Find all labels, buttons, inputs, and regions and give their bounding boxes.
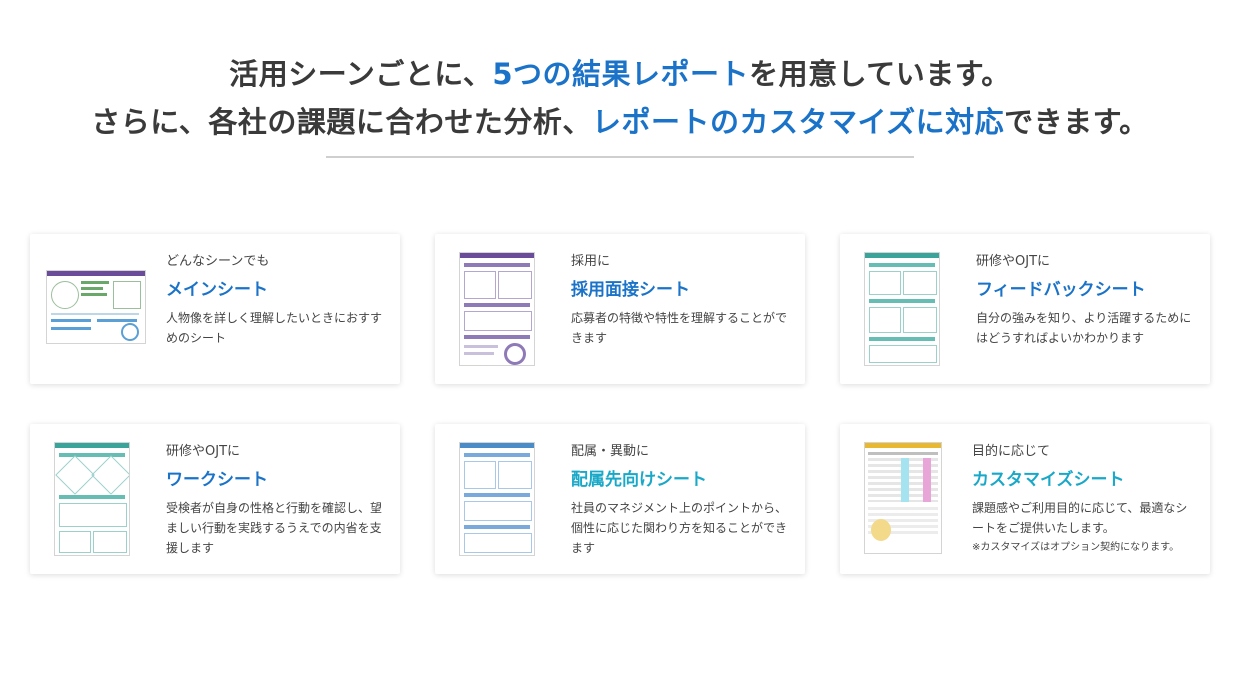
- work-sheet-thumbnail-icon: [54, 442, 130, 556]
- card-description: 自分の強みを知り、より活躍するためにはどうすればよいかわかります: [976, 311, 1192, 345]
- card-lead: 採用に: [571, 254, 611, 269]
- report-card-main[interactable]: どんなシーンでも メインシート 人物像を詳しく理解したいときにおすすめのシート: [30, 234, 400, 384]
- card-lead: どんなシーンでも: [166, 254, 270, 269]
- headline-text: できます。: [1004, 105, 1149, 139]
- card-lead: 配属・異動に: [571, 444, 650, 459]
- card-lead: 目的に応じて: [972, 444, 1051, 459]
- feedback-sheet-thumbnail-icon: [864, 252, 940, 366]
- headline-text: 活用シーンごとに、: [229, 57, 493, 91]
- card-title[interactable]: 配属先向けシート: [571, 468, 791, 492]
- page-headline: 活用シーンごとに、5つの結果レポートを用意しています。 さらに、各社の課題に合わ…: [0, 50, 1240, 146]
- card-title[interactable]: 採用面接シート: [571, 278, 791, 302]
- interview-sheet-thumbnail-icon: [459, 252, 535, 366]
- card-note: ※カスタマイズはオプション契約になります。: [972, 542, 1180, 553]
- headline-highlight: 5つの結果レポート: [492, 57, 750, 91]
- card-description: 受検者が自身の性格と行動を確認し、望ましい行動を実践するうえでの内省を支援します: [166, 501, 383, 555]
- headline-text: を用意しています。: [749, 57, 1011, 91]
- headline-line-2: さらに、各社の課題に合わせた分析、レポートのカスタマイズに対応できます。: [0, 98, 1240, 146]
- card-title[interactable]: カスタマイズシート: [972, 468, 1196, 492]
- headline-line-1: 活用シーンごとに、5つの結果レポートを用意しています。: [0, 50, 1240, 98]
- report-card-custom[interactable]: 目的に応じて カスタマイズシート 課題感やご利用目的に応じて、最適なシートをご提…: [840, 424, 1210, 574]
- custom-sheet-thumbnail-icon: [864, 442, 942, 554]
- report-card-work[interactable]: 研修やOJTに ワークシート 受検者が自身の性格と行動を確認し、望ましい行動を実…: [30, 424, 400, 574]
- card-title[interactable]: フィードバックシート: [976, 278, 1196, 302]
- placement-sheet-thumbnail-icon: [459, 442, 535, 556]
- card-description: 人物像を詳しく理解したいときにおすすめのシート: [166, 311, 383, 345]
- report-card-placement[interactable]: 配属・異動に 配属先向けシート 社員のマネジメント上のポイントから、個性に応じた…: [435, 424, 805, 574]
- card-lead: 研修やOJTに: [976, 254, 1051, 269]
- report-card-interview[interactable]: 採用に 採用面接シート 応募者の特徴や特性を理解することができます: [435, 234, 805, 384]
- card-description: 応募者の特徴や特性を理解することができます: [571, 311, 788, 345]
- headline-highlight: レポートのカスタマイズに対応: [591, 105, 1005, 139]
- main-sheet-thumbnail-icon: [46, 270, 146, 344]
- card-title[interactable]: ワークシート: [166, 468, 386, 492]
- headline-text: さらに、各社の課題に合わせた分析、: [91, 105, 592, 139]
- card-lead: 研修やOJTに: [166, 444, 241, 459]
- report-card-feedback[interactable]: 研修やOJTに フィードバックシート 自分の強みを知り、より活躍するためにはどう…: [840, 234, 1210, 384]
- card-title[interactable]: メインシート: [166, 278, 386, 302]
- headline-divider: [326, 156, 914, 158]
- card-description: 社員のマネジメント上のポイントから、個性に応じた関わり方を知ることができます: [571, 501, 788, 555]
- card-description: 課題感やご利用目的に応じて、最適なシートをご提供いたします。: [972, 501, 1188, 535]
